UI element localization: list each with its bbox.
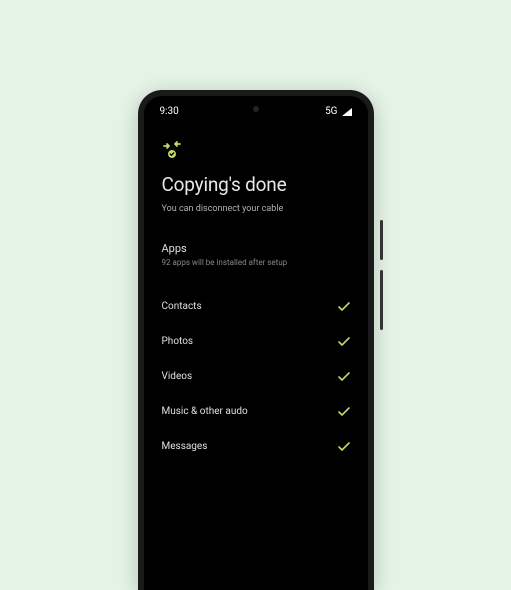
- check-icon: [338, 407, 350, 417]
- check-icon: [338, 442, 350, 452]
- item-label-messages: Messages: [162, 441, 208, 452]
- list-item: Videos: [162, 359, 350, 394]
- screen-content: Copying's done You can disconnect your c…: [144, 123, 368, 464]
- list-item: Photos: [162, 324, 350, 359]
- item-label-contacts: Contacts: [162, 301, 202, 312]
- item-label-photos: Photos: [162, 336, 194, 347]
- network-label: 5G: [325, 106, 337, 117]
- page-title: Copying's done: [162, 173, 350, 196]
- transfer-done-icon: [162, 141, 350, 159]
- apps-header: Apps: [162, 242, 350, 255]
- power-button[interactable]: [380, 220, 383, 260]
- volume-button[interactable]: [380, 270, 383, 330]
- check-icon: [338, 337, 350, 347]
- item-label-music: Music & other audo: [162, 406, 248, 417]
- status-right: 5G: [325, 106, 351, 117]
- signal-icon: [342, 108, 352, 116]
- list-item: Messages: [162, 429, 350, 464]
- phone-mockup: 9:30 5G Copying's done Yo: [138, 90, 374, 590]
- check-icon: [338, 372, 350, 382]
- status-bar: 9:30 5G: [144, 96, 368, 123]
- list-item: Contacts: [162, 289, 350, 324]
- item-label-videos: Videos: [162, 371, 193, 382]
- check-icon: [338, 302, 350, 312]
- status-time: 9:30: [160, 106, 179, 117]
- apps-subtext: 92 apps will be installed after setup: [162, 258, 350, 267]
- page-subtitle: You can disconnect your cable: [162, 204, 350, 214]
- list-item: Music & other audo: [162, 394, 350, 429]
